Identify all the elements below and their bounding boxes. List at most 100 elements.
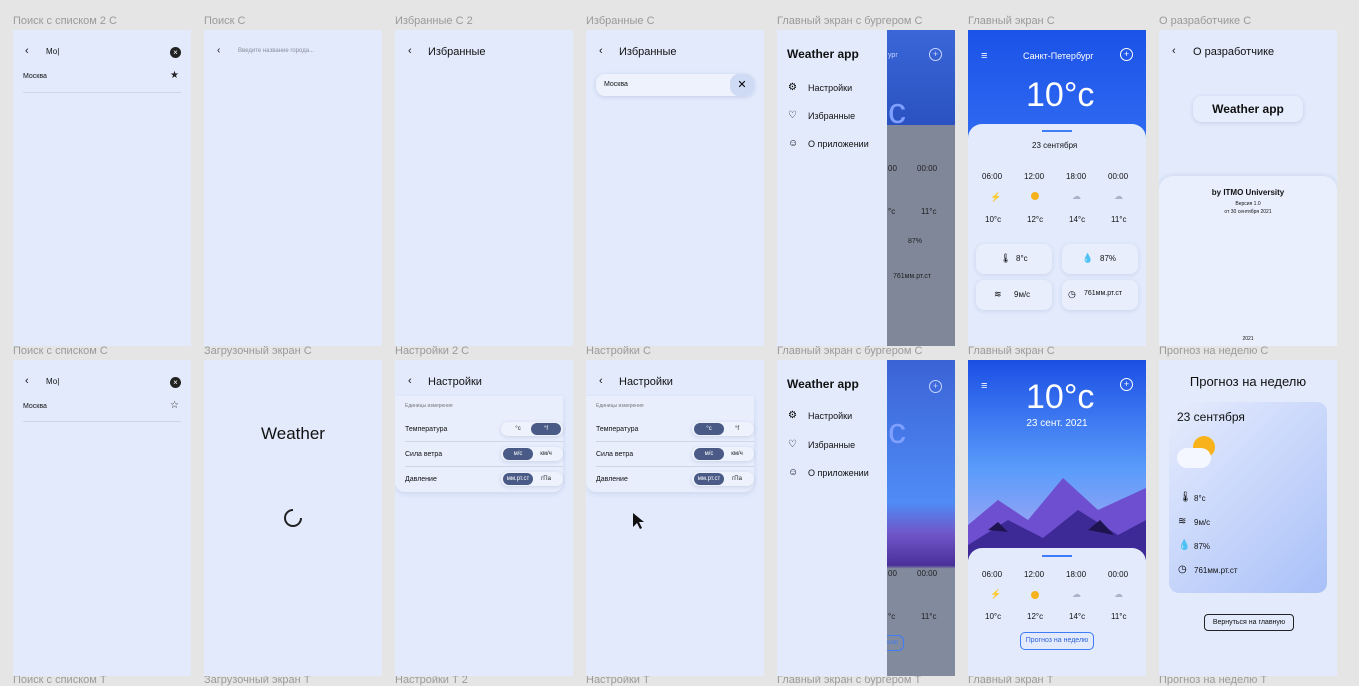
year: 2021 xyxy=(1242,336,1254,342)
hour-temp: 12°c xyxy=(1027,215,1044,224)
add-icon[interactable]: + xyxy=(1120,378,1133,391)
row-temperature: Температура xyxy=(405,426,448,433)
burger-icon[interactable]: ≡ xyxy=(981,380,987,392)
page-title: О разработчике xyxy=(1193,46,1275,58)
heart-icon: ♡ xyxy=(788,439,797,450)
menu-item-settings[interactable]: Настройки xyxy=(808,83,852,93)
back-icon[interactable]: ‹ xyxy=(408,375,412,387)
wind-value: 9м/с xyxy=(1014,290,1031,299)
heart-icon: ♡ xyxy=(788,110,797,121)
hour-label: 00:00 xyxy=(1108,570,1129,579)
temp-toggle[interactable]: °c °f xyxy=(692,422,754,436)
gear-icon: ⚙ xyxy=(788,410,797,421)
sheet-handle[interactable] xyxy=(1042,130,1072,132)
search-result-item[interactable]: Москва xyxy=(23,73,47,80)
menu-item-about[interactable]: О приложении xyxy=(808,139,869,149)
star-outline-icon[interactable]: ☆ xyxy=(170,400,179,411)
menu-item-about[interactable]: О приложении xyxy=(808,468,869,478)
frame-search: ‹ Введите название города... xyxy=(204,30,382,346)
add-icon: + xyxy=(929,48,942,61)
peek-temp-small: °c xyxy=(888,612,896,621)
burger-icon[interactable]: ≡ xyxy=(981,50,987,62)
section-caption: Единицы измерения xyxy=(405,403,453,409)
frame-label: Загрузочный экран С xyxy=(204,345,312,357)
sheet-handle[interactable] xyxy=(1042,555,1072,557)
remove-icon[interactable]: ✕ xyxy=(730,74,754,96)
search-input[interactable]: Мо| xyxy=(46,47,59,56)
cloud-icon: ☁ xyxy=(1114,191,1123,201)
pressure-toggle[interactable]: мм.рт.ст гПа xyxy=(501,472,563,486)
frame-main: ≡ Санкт-Петербург + 10°c 23 сентября 06:… xyxy=(968,30,1146,346)
pressure-toggle[interactable]: мм.рт.ст гПа xyxy=(692,472,754,486)
back-icon[interactable]: ‹ xyxy=(408,45,412,57)
sun-icon xyxy=(1031,591,1039,599)
divider xyxy=(23,421,181,422)
back-home-button[interactable]: Вернуться на главную xyxy=(1204,614,1294,631)
back-icon[interactable]: ‹ xyxy=(25,375,29,387)
search-input[interactable]: Введите название города... xyxy=(238,48,314,54)
toggle-kmh[interactable]: км/ч xyxy=(531,448,561,460)
side-menu xyxy=(777,360,887,676)
back-icon[interactable]: ‹ xyxy=(25,45,29,57)
menu-item-settings[interactable]: Настройки xyxy=(808,411,852,421)
favorite-city: Москва xyxy=(604,81,628,88)
frame-label: Поиск с списком 2 С xyxy=(13,15,117,27)
toggle-f[interactable]: °f xyxy=(531,423,561,435)
frame-about: ‹ О разработчике Weather app by ITMO Uni… xyxy=(1159,30,1337,346)
toggle-hpa[interactable]: гПа xyxy=(722,473,752,485)
cursor-icon xyxy=(633,513,644,529)
back-icon[interactable]: ‹ xyxy=(599,375,603,387)
toggle-f[interactable]: °f xyxy=(722,423,752,435)
toggle-hpa[interactable]: гПа xyxy=(531,473,561,485)
settings-panel: Единицы измерения Температура °c °f Сила… xyxy=(395,396,563,492)
gauge-icon: ◷ xyxy=(1178,564,1187,575)
thermometer-icon: 🌡 xyxy=(1000,253,1012,263)
feels-card: 🌡 8°c xyxy=(976,244,1052,274)
temp-toggle[interactable]: °c °f xyxy=(501,422,563,436)
menu-item-favorites[interactable]: Избранные xyxy=(808,440,855,450)
divider xyxy=(596,441,754,442)
favorite-item[interactable]: Москва ✕ xyxy=(596,74,754,96)
search-result-item[interactable]: Москва xyxy=(23,403,47,410)
divider xyxy=(596,466,754,467)
frame-main-t: ≡ + 10°c 23 сент. 2021 06:00 12:00 18:00… xyxy=(968,360,1146,676)
toggle-c[interactable]: °c xyxy=(694,423,724,435)
week-forecast-button[interactable]: Прогноз на неделю xyxy=(1020,632,1094,650)
clear-icon[interactable]: × xyxy=(170,47,181,58)
search-input[interactable]: Мо| xyxy=(46,377,59,386)
frame-search-list: ‹ Мо| × Москва ☆ xyxy=(13,360,191,676)
toggle-c[interactable]: °c xyxy=(503,423,533,435)
pressure-value: 761мм.рт.ст xyxy=(1084,290,1123,297)
hour-temp: 14°c xyxy=(1069,612,1086,621)
current-temp: 10°c xyxy=(1026,378,1095,416)
hour-label: 18:00 xyxy=(1066,570,1087,579)
row-wind: Сила ветра xyxy=(596,451,634,458)
toggle-mmhg[interactable]: мм.рт.ст xyxy=(503,473,533,485)
peek-hour: 00 xyxy=(888,569,897,578)
back-icon[interactable]: ‹ xyxy=(1172,45,1176,57)
spinner-icon xyxy=(284,509,302,527)
back-icon[interactable]: ‹ xyxy=(217,45,220,56)
lightning-icon: ⚡ xyxy=(990,192,1002,202)
frame-week: Прогноз на неделю 23 сентября 🌡 8°c ≋ 9м… xyxy=(1159,360,1337,676)
date: 23 сентября xyxy=(1032,141,1078,150)
wind-toggle[interactable]: м/с км/ч xyxy=(501,447,563,461)
loading-title: Weather xyxy=(261,424,325,443)
wind-card: ≋ 9м/с xyxy=(976,280,1052,310)
toggle-mmhg[interactable]: мм.рт.ст xyxy=(694,473,724,485)
add-icon[interactable]: + xyxy=(1120,48,1133,61)
toggle-kmh[interactable]: км/ч xyxy=(722,448,752,460)
user-icon: ☺ xyxy=(788,467,799,478)
frame-settings-2: ‹ Настройки Единицы измерения Температур… xyxy=(395,360,573,676)
toggle-ms[interactable]: м/с xyxy=(503,448,533,460)
back-icon[interactable]: ‹ xyxy=(599,45,603,57)
feels-value: 8°c xyxy=(1194,494,1206,503)
row-pressure: Давление xyxy=(596,476,628,483)
wind-icon: ≋ xyxy=(994,289,1002,299)
menu-item-favorites[interactable]: Избранные xyxy=(808,111,855,121)
clear-icon[interactable]: × xyxy=(170,377,181,388)
wind-toggle[interactable]: м/с км/ч xyxy=(692,447,754,461)
star-filled-icon[interactable]: ★ xyxy=(170,70,179,81)
frame-label: Поиск с списком С xyxy=(13,345,108,357)
toggle-ms[interactable]: м/с xyxy=(694,448,724,460)
